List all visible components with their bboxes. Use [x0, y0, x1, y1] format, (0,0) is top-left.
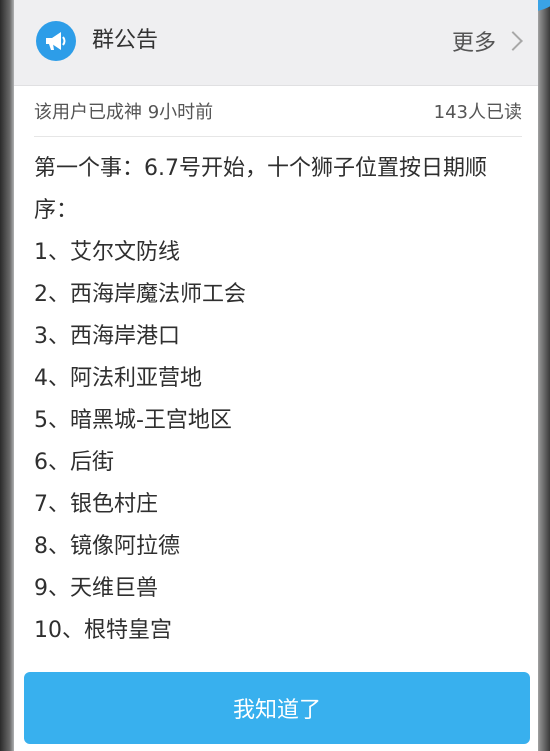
announcement-intro: 第一个事：6.7号开始，十个狮子位置按日期顺序：	[34, 156, 487, 223]
list-item: 5、暗黑城-王宫地区	[34, 408, 232, 433]
list-item: 9、天维巨兽	[34, 576, 158, 601]
list-item: 2、西海岸魔法师工会	[34, 282, 246, 307]
announcement-meta: 该用户已成神 9小时前 143人已读	[34, 98, 522, 124]
dialog-header: 群公告 更多	[14, 0, 538, 86]
megaphone-icon	[36, 21, 76, 61]
confirm-button[interactable]: 我知道了	[24, 672, 530, 744]
list-item: 6、后街	[34, 450, 114, 475]
list-item: 4、阿法利亚营地	[34, 366, 202, 391]
divider	[34, 136, 522, 137]
announcement-body: 第一个事：6.7号开始，十个狮子位置按日期顺序： 1、艾尔文防线 2、西海岸魔法…	[34, 148, 530, 652]
list-item: 8、镜像阿拉德	[34, 534, 180, 559]
group-announcement-dialog: 群公告 更多 该用户已成神 9小时前 143人已读 第一个事：6.7号开始，十个…	[14, 0, 538, 751]
more-link[interactable]: 更多	[451, 24, 523, 58]
list-item: 1、艾尔文防线	[34, 240, 180, 265]
list-item: 10、根特皇宫	[34, 618, 172, 643]
read-count: 143人已读	[433, 102, 522, 123]
location-list: 1、艾尔文防线 2、西海岸魔法师工会 3、西海岸港口 4、阿法利亚营地 5、暗黑…	[34, 232, 530, 652]
more-label: 更多	[451, 31, 496, 56]
chevron-right-icon	[503, 31, 523, 51]
dialog-title: 群公告	[92, 28, 159, 53]
list-item: 3、西海岸港口	[34, 324, 180, 349]
author-time: 该用户已成神 9小时前	[34, 102, 214, 123]
list-item: 7、银色村庄	[34, 492, 158, 517]
